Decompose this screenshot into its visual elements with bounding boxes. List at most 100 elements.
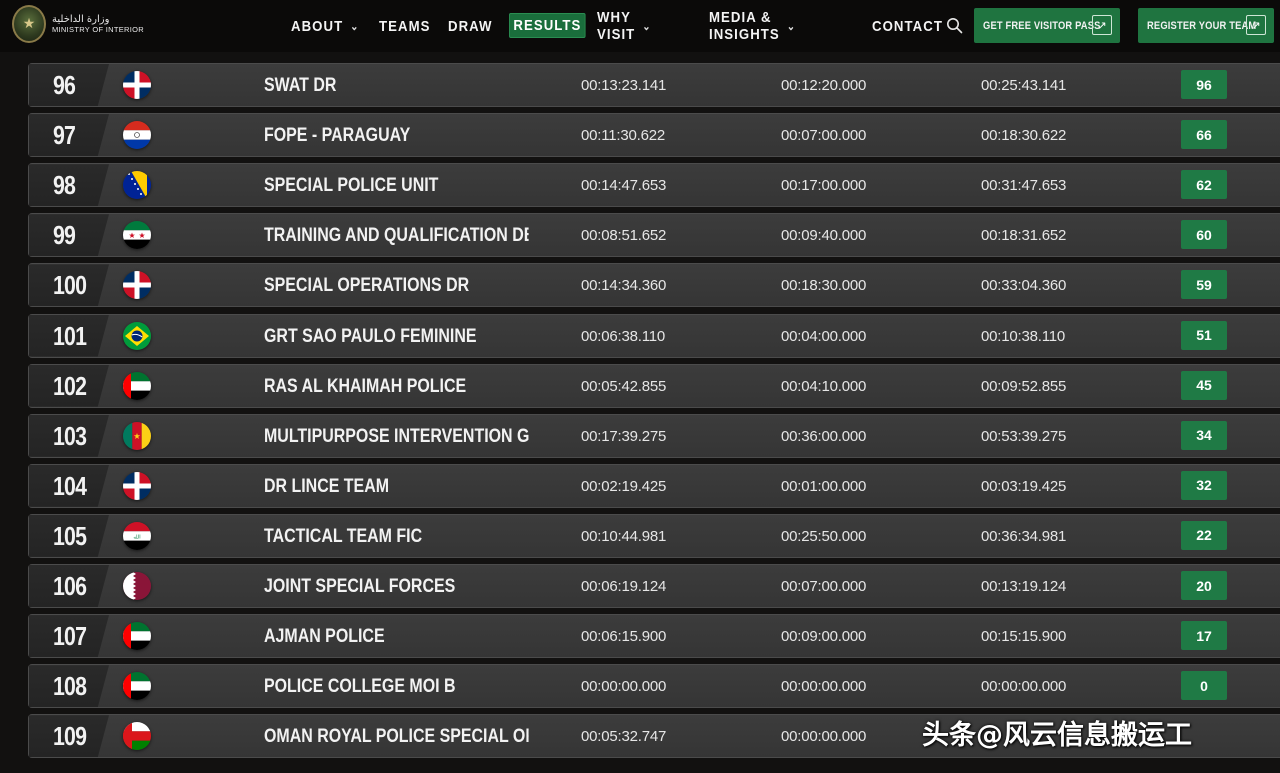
team-name[interactable]: DR LINCE TEAM	[264, 476, 529, 498]
score-badge: 0	[1181, 671, 1227, 701]
score-badge: 60	[1181, 220, 1227, 250]
time-col-1: 00:11:30.622	[581, 127, 666, 145]
time-col-3: 00:36:34.981	[981, 527, 1067, 545]
time-col-3: 00:15:15.900	[981, 628, 1067, 646]
table-row[interactable]: 102 RAS AL KHAIMAH POLICE 00:05:42.855 00:0…	[28, 363, 1280, 408]
team-name[interactable]: MULTIPURPOSE INTERVENTION GROUP OF THE..…	[264, 426, 529, 448]
flag-oman-icon	[123, 722, 151, 751]
flag-uae-icon	[123, 371, 151, 400]
flag-paraguay-icon	[123, 121, 151, 150]
team-name[interactable]: SPECIAL OPERATIONS DR	[264, 275, 529, 297]
table-row[interactable]: 96 SWAT DR 00:13:23.141 00:12:20.000 00:25:4…	[28, 63, 1280, 107]
rank: 108	[53, 671, 87, 702]
time-col-2: 00:17:00.000	[781, 177, 867, 195]
rank: 104	[53, 470, 87, 501]
table-row[interactable]: 109 OMAN ROYAL POLICE SPECIAL OPERATIONS …	[28, 714, 1280, 759]
time-col-2: 00:18:30.000	[781, 277, 867, 295]
table-row[interactable]: 99 TRAINING AND QUALIFICATION DEPARTMENT …	[28, 213, 1280, 258]
team-name[interactable]: SPECIAL POLICE UNIT	[264, 175, 529, 197]
team-name[interactable]: RAS AL KHAIMAH POLICE	[264, 376, 529, 398]
time-col-2: 00:09:00.000	[781, 628, 867, 646]
time-col-1: 00:00:00.000	[581, 678, 667, 696]
arrow-up-right-icon: ↗	[1092, 15, 1112, 35]
chevron-down-icon: ⌄	[642, 20, 652, 33]
score-badge: 96	[1181, 70, 1227, 99]
table-row[interactable]: 98 SPECIAL POLICE UNIT 00:14:47.653 00:17:0…	[28, 163, 1280, 208]
menu-item-why-visit[interactable]: WHY VISIT ⌄	[597, 9, 651, 43]
time-col-3: 00:31:47.653	[981, 177, 1067, 195]
rank: 98	[53, 170, 76, 201]
time-col-2: 00:25:50.000	[781, 527, 867, 545]
time-col-3: 00:18:31.652	[981, 227, 1067, 245]
team-name[interactable]: SWAT DR	[264, 75, 529, 97]
menu-item-media-insights[interactable]: MEDIA & INSIGHTS ⌄	[709, 9, 796, 43]
team-name[interactable]: AJMAN POLICE	[264, 626, 529, 648]
team-name[interactable]: TACTICAL TEAM FIC	[264, 526, 529, 548]
team-name[interactable]: POLICE COLLEGE MOI B	[264, 676, 529, 698]
search-icon[interactable]	[946, 17, 963, 34]
table-row[interactable]: 107 AJMAN POLICE 00:06:15.900 00:09:00.000 0…	[28, 614, 1280, 659]
get-visitor-pass-button[interactable]: GET FREE VISITOR PASS ↗	[974, 8, 1120, 43]
flag-iraq-icon: الله	[123, 521, 151, 550]
team-name[interactable]: JOINT SPECIAL FORCES	[264, 576, 529, 598]
score-badge: 66	[1181, 120, 1227, 150]
time-col-1: 00:06:38.110	[581, 327, 666, 345]
table-row[interactable]: 100 SPECIAL OPERATIONS DR 00:14:34.360 00:1…	[28, 263, 1280, 308]
table-row[interactable]: 97 FOPE - PARAGUAY 00:11:30.622 00:07:00.00…	[28, 113, 1280, 158]
team-name[interactable]: GRT SAO PAULO FEMININE	[264, 326, 529, 348]
time-col-2: 00:07:00.000	[781, 127, 867, 145]
time-col-1: 00:06:19.124	[581, 578, 667, 595]
time-col-2: 00:04:00.000	[781, 327, 867, 345]
rank: 100	[53, 270, 87, 301]
time-col-3: 00:00:00.000	[981, 678, 1067, 696]
menu-item-results[interactable]: RESULTS	[509, 13, 586, 38]
table-row[interactable]: 108 POLICE COLLEGE MOI B 00:00:00.000 00:00…	[28, 664, 1280, 709]
menu-item-draw[interactable]: DRAW	[448, 18, 493, 35]
menu-item-about[interactable]: ABOUT ⌄	[291, 18, 359, 35]
rank: 105	[53, 520, 87, 551]
menu-item-contact[interactable]: CONTACT	[872, 18, 943, 35]
score-badge: 34	[1181, 420, 1227, 450]
time-col-3: 00:25:43.141	[981, 77, 1067, 94]
time-col-1: 00:05:32.747	[581, 728, 667, 746]
time-col-3: 00:18:30.622	[981, 127, 1067, 145]
flag-brazil-icon	[123, 321, 151, 350]
menu-item-teams[interactable]: TEAMS	[379, 18, 430, 35]
team-name[interactable]: TRAINING AND QUALIFICATION DEPARTMENT -.…	[264, 225, 529, 247]
flag-dominican-republic-icon	[123, 271, 151, 300]
flag-bosnia-icon	[123, 171, 151, 200]
time-col-2: 00:07:00.000	[781, 578, 867, 595]
flag-dominican-republic-icon	[123, 71, 151, 99]
table-row[interactable]: 106 JOINT SPECIAL FORCES 00:06:19.124 00:07…	[28, 564, 1280, 608]
flag-uae-icon	[123, 622, 151, 651]
rank: 101	[53, 320, 87, 351]
score-badge: 62	[1181, 170, 1227, 200]
table-row[interactable]: 103 MULTIPURPOSE INTERVENTION GROUP OF TH…	[28, 413, 1280, 458]
logo-arabic-text: وزارة الداخلية	[52, 14, 110, 25]
time-col-1: 00:05:42.855	[581, 377, 667, 395]
time-col-1: 00:08:51.652	[581, 227, 667, 245]
score-badge: 51	[1181, 320, 1227, 350]
team-name[interactable]: OMAN ROYAL POLICE SPECIAL OPERATIONS TEA…	[264, 726, 529, 748]
register-team-button[interactable]: REGISTER YOUR TEAM ↗	[1138, 8, 1274, 43]
rank: 107	[53, 621, 87, 652]
logo-english-text: MINISTRY OF INTERIOR	[52, 25, 144, 34]
table-row[interactable]: 104 DR LINCE TEAM 00:02:19.425 00:01:00.000…	[28, 463, 1280, 508]
time-col-1: 00:17:39.275	[581, 427, 667, 445]
emblem-icon: ★	[12, 5, 46, 43]
time-col-1: 00:14:47.653	[581, 177, 667, 195]
chevron-down-icon: ⌄	[350, 20, 360, 33]
ministry-logo[interactable]: ★ وزارة الداخلية MINISTRY OF INTERIOR	[12, 5, 144, 43]
team-name[interactable]: FOPE - PARAGUAY	[264, 125, 529, 147]
table-row[interactable]: 105 الله TACTICAL TEAM FIC 00:10:44.981 00:2…	[28, 513, 1280, 558]
flag-cameroon-icon	[123, 421, 151, 450]
score-badge: 20	[1181, 571, 1227, 600]
time-col-2: 00:12:20.000	[781, 77, 867, 94]
rank: 97	[53, 120, 76, 151]
time-col-2: 00:00:00.000	[781, 728, 867, 746]
time-col-3: 00:09:52.855	[981, 377, 1067, 395]
time-col-1: 00:13:23.141	[581, 77, 667, 94]
time-col-2: 00:01:00.000	[781, 477, 867, 495]
table-row[interactable]: 101 GRT SAO PAULO FEMININE 00:06:38.110 00:…	[28, 313, 1280, 358]
time-col-3: 00:03:19.425	[981, 477, 1067, 495]
